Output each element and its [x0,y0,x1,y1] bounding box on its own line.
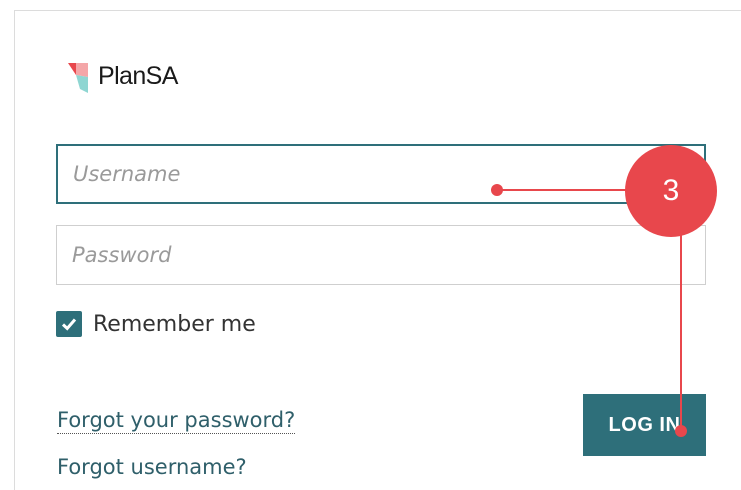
checkmark-icon [61,318,77,331]
password-input[interactable] [56,225,706,285]
login-button[interactable]: LOG IN [583,394,706,456]
brand-name: PlanSA [98,61,178,90]
remember-me[interactable]: Remember me [56,311,256,337]
step-callout: 3 [625,145,717,237]
forgot-username-link[interactable]: Forgot username? [57,455,247,479]
username-input[interactable] [56,144,706,204]
remember-me-label: Remember me [93,311,256,337]
remember-me-checkbox[interactable] [56,311,82,337]
forgot-password-link[interactable]: Forgot your password? [57,408,296,434]
brand-logo: PlanSA [66,57,178,95]
plansa-logo-icon [68,63,88,93]
